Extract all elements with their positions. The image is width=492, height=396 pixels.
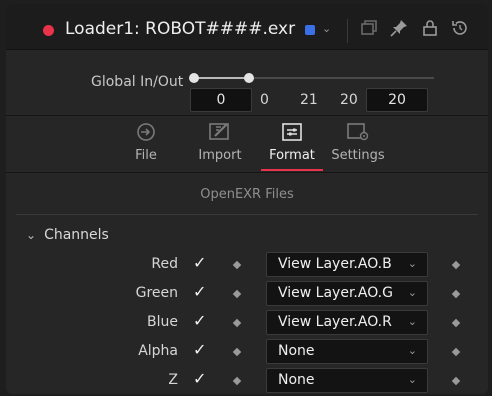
inspector-panel: Loader1: ROBOT####.exr ⌄ Global In/Out 0… <box>6 4 488 394</box>
keyframe-diamond-icon[interactable] <box>451 318 461 328</box>
section-title: OpenEXR Files <box>200 187 294 202</box>
format-icon <box>282 123 302 141</box>
chevron-down-icon: ⌄ <box>407 315 417 328</box>
channel-checkbox-blue[interactable]: ✓ <box>193 311 206 330</box>
channel-select-red[interactable]: View Layer.AO.B ⌄ <box>266 252 428 277</box>
chevron-down-icon: ⌄ <box>407 286 417 299</box>
range-start-handle[interactable] <box>189 73 199 83</box>
channel-select-value: View Layer.AO.B <box>278 256 392 272</box>
channel-checkbox-z[interactable]: ✓ <box>193 369 206 388</box>
channels-label: Channels <box>44 227 109 243</box>
header-separator <box>347 19 348 43</box>
keyframe-diamond-icon[interactable] <box>451 260 461 270</box>
global-out-field[interactable]: 20 <box>366 88 428 112</box>
keyframe-diamond-icon[interactable] <box>232 318 242 328</box>
import-icon <box>209 123 229 140</box>
section-divider <box>16 214 478 215</box>
global-range-fill <box>194 77 249 79</box>
active-tab-indicator <box>261 169 323 171</box>
channel-select-value: View Layer.AO.R <box>278 314 392 330</box>
divider <box>6 172 488 173</box>
channel-label-alpha: Alpha <box>138 343 178 359</box>
lock-icon[interactable] <box>420 18 440 38</box>
global-in-field[interactable]: 0 <box>190 88 252 112</box>
record-icon[interactable] <box>43 25 54 36</box>
channel-checkbox-green[interactable]: ✓ <box>193 282 206 301</box>
channel-checkbox-red[interactable]: ✓ <box>193 253 206 272</box>
global-in-out-label: Global In/Out <box>91 74 184 90</box>
channel-select-value: View Layer.AO.G <box>278 285 393 301</box>
tab-file-label: File <box>135 148 157 163</box>
channel-label-z: Z <box>168 372 178 388</box>
keyframe-diamond-icon[interactable] <box>451 289 461 299</box>
channel-select-value: None <box>278 372 315 388</box>
channel-label-red: Red <box>151 256 178 272</box>
range-end-handle[interactable] <box>244 73 254 83</box>
versions-icon[interactable] <box>359 18 379 38</box>
tab-settings[interactable]: Settings <box>328 121 388 171</box>
channel-select-green[interactable]: View Layer.AO.G ⌄ <box>266 281 428 306</box>
channels-group-header[interactable]: ⌄ Channels <box>26 227 109 243</box>
tab-file[interactable]: File <box>121 121 171 171</box>
chevron-down-icon[interactable]: ⌄ <box>26 228 36 242</box>
current-frame-value[interactable]: 21 <box>300 92 318 108</box>
tab-format-label: Format <box>269 148 315 163</box>
channel-select-value: None <box>278 343 315 359</box>
channel-label-blue: Blue <box>147 314 178 330</box>
tab-format[interactable]: Format <box>261 121 323 171</box>
channel-select-z[interactable]: None ⌄ <box>266 368 428 393</box>
chevron-down-icon[interactable]: ⌄ <box>322 22 331 35</box>
channel-select-blue[interactable]: View Layer.AO.R ⌄ <box>266 310 428 335</box>
settings-icon <box>347 123 369 141</box>
pin-icon[interactable] <box>389 18 409 38</box>
divider <box>6 115 488 116</box>
keyframe-diamond-icon[interactable] <box>451 376 461 386</box>
tab-import-label: Import <box>198 148 242 163</box>
tab-import[interactable]: Import <box>191 121 249 171</box>
file-icon <box>137 123 155 141</box>
chevron-down-icon: ⌄ <box>407 257 417 270</box>
keyframe-diamond-icon[interactable] <box>232 260 242 270</box>
tab-settings-label: Settings <box>331 148 385 163</box>
inspector-header: Loader1: ROBOT####.exr ⌄ <box>6 4 488 50</box>
channel-label-green: Green <box>135 285 178 301</box>
channel-select-alpha[interactable]: None ⌄ <box>266 339 428 364</box>
tool-title: Loader1: ROBOT####.exr <box>65 19 296 39</box>
keyframe-diamond-icon[interactable] <box>451 347 461 357</box>
render-end-value[interactable]: 20 <box>340 92 358 108</box>
keyframe-diamond-icon[interactable] <box>232 289 242 299</box>
keyframe-diamond-icon[interactable] <box>232 376 242 386</box>
chevron-down-icon: ⌄ <box>407 373 417 386</box>
keyframe-diamond-icon[interactable] <box>232 347 242 357</box>
render-start-value[interactable]: 0 <box>260 92 269 108</box>
reset-icon[interactable] <box>450 18 470 38</box>
color-swatch[interactable] <box>305 25 315 35</box>
chevron-down-icon: ⌄ <box>407 344 417 357</box>
channel-checkbox-alpha[interactable]: ✓ <box>193 340 206 359</box>
